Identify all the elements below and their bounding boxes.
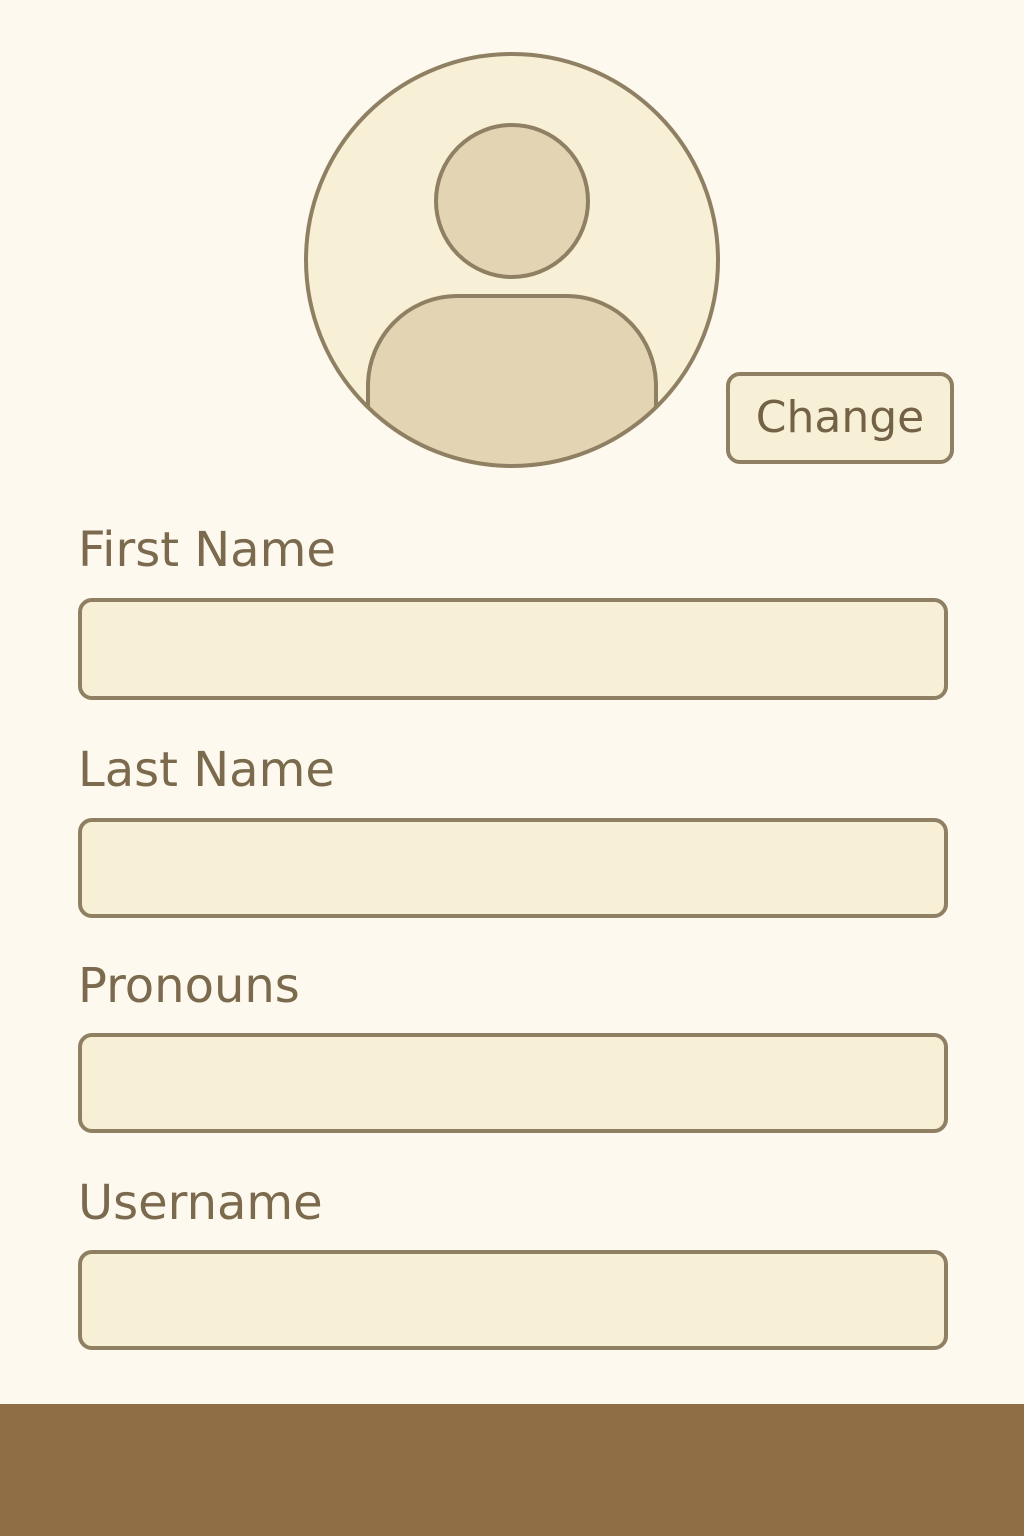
first-name-field[interactable] xyxy=(78,598,948,700)
username-label: Username xyxy=(78,1175,323,1231)
change-avatar-button[interactable]: Change xyxy=(726,372,954,464)
avatar xyxy=(302,50,722,470)
last-name-field[interactable] xyxy=(78,818,948,918)
first-name-label: First Name xyxy=(78,522,336,578)
pronouns-field[interactable] xyxy=(78,1033,948,1133)
username-field[interactable] xyxy=(78,1250,948,1350)
pronouns-label: Pronouns xyxy=(78,958,300,1014)
footer-bar xyxy=(0,1404,1024,1536)
last-name-label: Last Name xyxy=(78,742,335,798)
user-avatar-icon xyxy=(304,52,720,468)
